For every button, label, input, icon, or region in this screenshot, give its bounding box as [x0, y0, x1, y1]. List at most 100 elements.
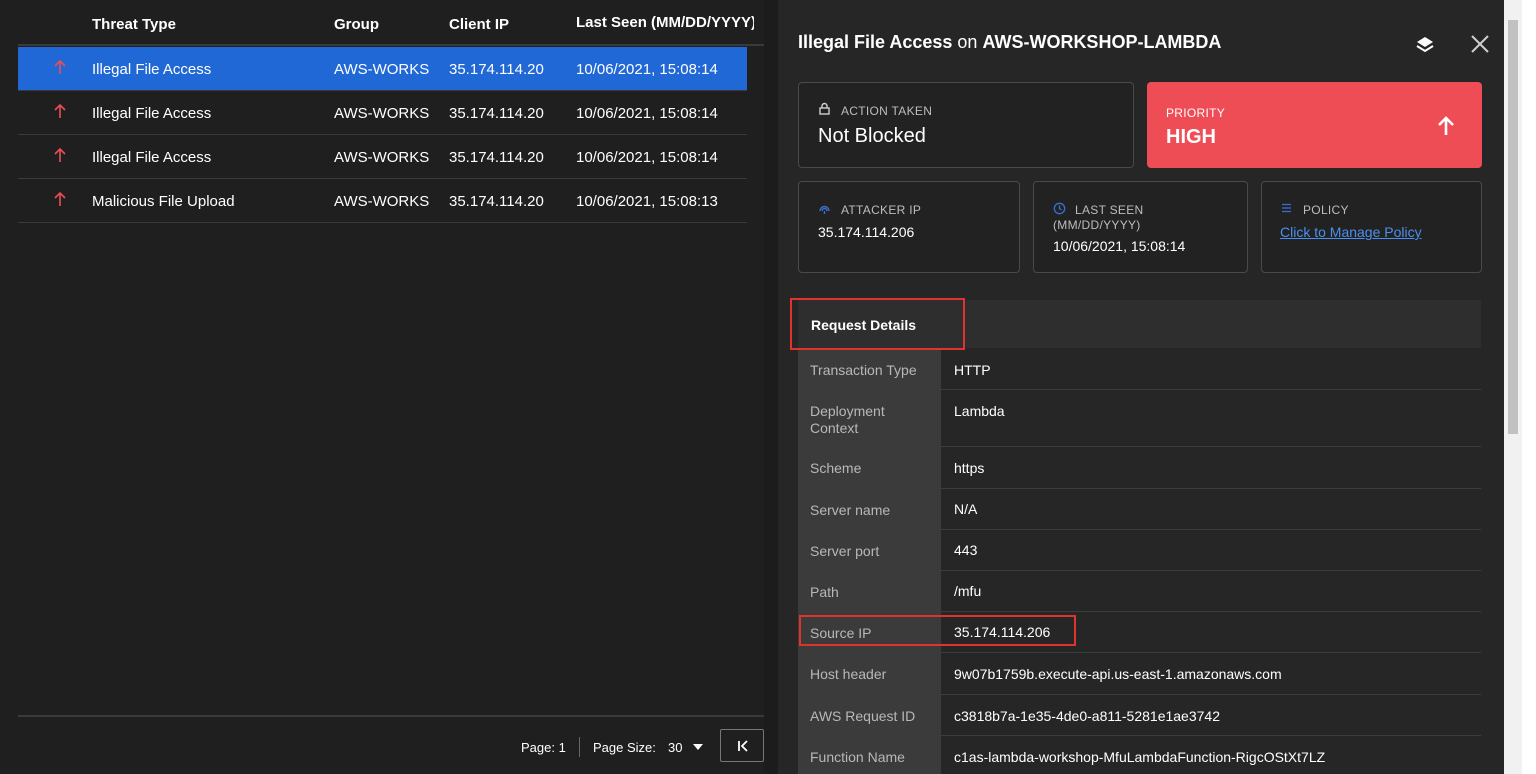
panel-scrollbar[interactable] [1504, 0, 1522, 774]
cell-threat-type: Illegal File Access [92, 149, 212, 166]
request-details-highlight [790, 298, 965, 350]
arrow-up-icon [54, 59, 66, 74]
detail-key-text: Function Name [810, 749, 905, 765]
cell-threat-type: Malicious File Upload [92, 193, 235, 210]
detail-key-text: Scheme [810, 460, 862, 476]
detail-key-text: Transaction Type [810, 362, 917, 378]
detail-row: Path /mfu [798, 571, 1481, 612]
cell-last-seen: 10/06/2021, 15:08:14 [576, 105, 718, 122]
pane-divider[interactable] [764, 0, 778, 774]
cell-client-ip: 35.174.114.20 [449, 149, 544, 166]
detail-key-text: Server name [810, 502, 891, 518]
close-icon[interactable] [1470, 34, 1490, 54]
detail-key-text: Deployment Context [810, 403, 885, 436]
page-size-label: Page Size: [593, 740, 656, 755]
detail-value: https [954, 460, 985, 476]
pager-divider [579, 737, 580, 757]
detail-row: Server port 443 [798, 530, 1481, 571]
window-edge [1522, 0, 1536, 774]
last-seen-card: LAST SEEN (MM/DD/YYYY) 10/06/2021, 15:08… [1033, 181, 1248, 273]
detail-value: 443 [954, 542, 978, 558]
column-header-group[interactable]: Group [334, 16, 379, 33]
cell-group: AWS-WORKSI [334, 105, 430, 122]
threat-detail-panel: Illegal File Access on AWS-WORKSHOP-LAMB… [778, 0, 1504, 774]
detail-value: N/A [954, 501, 978, 517]
panel-scrollbar-thumb[interactable] [1508, 20, 1518, 434]
priority-card: PRIORITY HIGH [1147, 82, 1482, 168]
detail-key: Scheme [798, 447, 941, 488]
detail-key: Host header [798, 653, 941, 694]
cell-client-ip: 35.174.114.20 [449, 193, 544, 210]
page-size-value: 30 [668, 740, 683, 755]
list-icon [1282, 203, 1291, 213]
arrow-up-icon [54, 191, 66, 206]
attacker-ip-card: ATTACKER IP 35.174.114.206 [798, 181, 1020, 273]
first-page-icon [738, 740, 748, 752]
first-page-button[interactable] [720, 729, 764, 762]
table-header: Threat Type Group Client IP Last Seen (M… [18, 0, 764, 46]
cell-group: AWS-WORKSI [334, 193, 430, 210]
detail-key-text: Host header [810, 666, 887, 682]
detail-row: Transaction Type HTTP [798, 350, 1481, 390]
page-number-label: Page: 1 [521, 740, 566, 755]
detail-key-text: AWS Request ID [810, 708, 916, 724]
manage-policy-link[interactable]: Click to Manage Policy [1280, 224, 1422, 240]
priority-value: HIGH [1166, 126, 1216, 148]
column-header-threat-type[interactable]: Threat Type [92, 16, 176, 33]
cell-client-ip: 35.174.114.20 [449, 105, 544, 122]
detail-value: HTTP [954, 362, 991, 378]
table-row[interactable]: Illegal File Access AWS-WORKSI 35.174.11… [18, 47, 747, 91]
attacker-ip-value: 35.174.114.206 [818, 224, 915, 240]
clock-icon [1053, 202, 1066, 215]
arrow-up-icon [54, 103, 66, 118]
action-taken-value: Not Blocked [818, 125, 926, 147]
detail-key-text: Path [810, 584, 839, 600]
cell-client-ip: 35.174.114.20 [449, 61, 544, 78]
panel-title: Illegal File Access on AWS-WORKSHOP-LAMB… [798, 32, 1221, 53]
panel-title-group: AWS-WORKSHOP-LAMBDA [982, 32, 1222, 52]
detail-value: c1as-lambda-workshop-MfuLambdaFunction-R… [954, 749, 1326, 765]
detail-row: Host header 9w07b1759b.execute-api.us-ea… [798, 653, 1481, 695]
detail-row: Function Name c1as-lambda-workshop-MfuLa… [798, 736, 1481, 774]
cell-last-seen: 10/06/2021, 15:08:13 [576, 193, 718, 210]
detail-key: Server port [798, 530, 941, 570]
detail-key: Function Name [798, 736, 941, 774]
policy-card: POLICY Click to Manage Policy [1261, 181, 1482, 273]
detail-value: 9w07b1759b.execute-api.us-east-1.amazona… [954, 666, 1282, 682]
source-ip-highlight [799, 615, 1076, 646]
detail-key: Deployment Context [798, 390, 941, 446]
lock-icon [819, 102, 830, 115]
action-taken-label: ACTION TAKEN [841, 104, 933, 118]
detail-key: AWS Request ID [798, 695, 941, 735]
layers-icon[interactable] [1415, 35, 1435, 55]
pagination-bar: Page: 1 Page Size: 30 [18, 715, 764, 774]
last-seen-format-label: (MM/DD/YYYY) [1053, 218, 1141, 232]
detail-key-text: Server port [810, 543, 880, 559]
detail-key: Transaction Type [798, 350, 941, 389]
column-header-client-ip[interactable]: Client IP [449, 16, 509, 33]
column-header-last-seen[interactable]: Last Seen (MM/DD/YYYY) [576, 14, 754, 31]
page-size-select[interactable]: 30 [668, 737, 708, 759]
detail-value: /mfu [954, 583, 982, 599]
app-root: Threat Type Group Client IP Last Seen (M… [0, 0, 1536, 774]
detail-key: Path [798, 571, 941, 611]
cell-last-seen: 10/06/2021, 15:08:14 [576, 61, 718, 78]
detail-row: Server name N/A [798, 489, 1481, 530]
panel-title-threat: Illegal File Access [798, 32, 953, 52]
table-row[interactable]: Illegal File Access AWS-WORKSI 35.174.11… [18, 91, 747, 135]
panel-title-on: on [952, 32, 983, 52]
threat-list-pane: Threat Type Group Client IP Last Seen (M… [18, 0, 782, 774]
table-row[interactable]: Illegal File Access AWS-WORKSI 35.174.11… [18, 135, 747, 179]
caret-down-icon [693, 744, 703, 750]
last-seen-label: LAST SEEN [1075, 203, 1144, 217]
cell-threat-type: Illegal File Access [92, 105, 212, 122]
action-taken-card: ACTION TAKEN Not Blocked [798, 82, 1134, 168]
arrow-up-icon [54, 147, 66, 162]
detail-value: c3818b7a-1e35-4de0-a811-5281e1ae3742 [954, 708, 1220, 724]
policy-label: POLICY [1303, 203, 1349, 217]
table-row[interactable]: Malicious File Upload AWS-WORKSI 35.174.… [18, 179, 747, 223]
priority-label: PRIORITY [1166, 106, 1226, 120]
cell-group: AWS-WORKSI [334, 61, 430, 78]
detail-row: AWS Request ID c3818b7a-1e35-4de0-a811-5… [798, 695, 1481, 736]
fingerprint-icon [819, 205, 830, 214]
